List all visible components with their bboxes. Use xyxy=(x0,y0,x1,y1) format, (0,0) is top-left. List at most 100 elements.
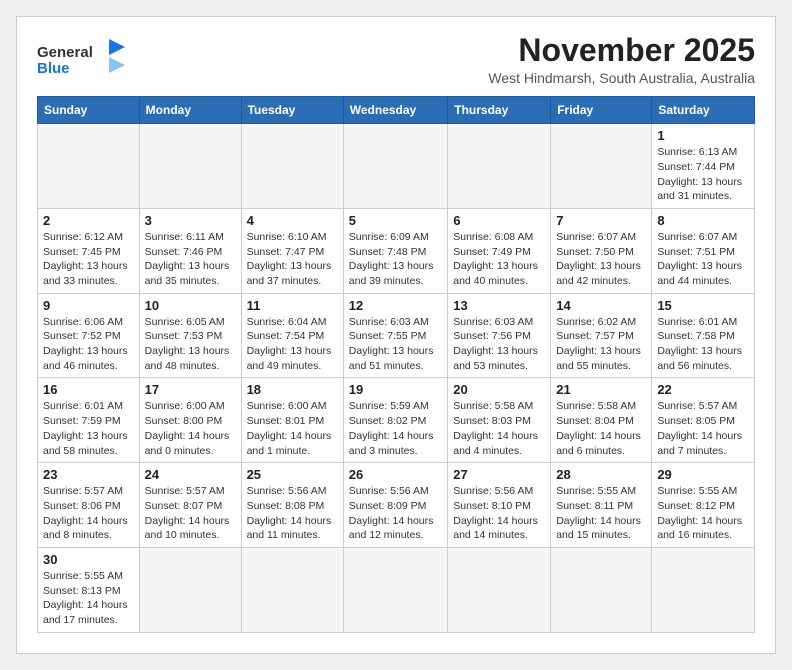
day-number: 1 xyxy=(657,128,749,143)
day-number: 13 xyxy=(453,298,545,313)
day-number: 27 xyxy=(453,467,545,482)
day-cell: 13 Sunrise: 6:03 AM Sunset: 7:56 PM Dayli… xyxy=(448,293,551,378)
day-info: Sunrise: 6:00 AM Sunset: 8:01 PM Dayligh… xyxy=(247,399,338,458)
day-number: 26 xyxy=(349,467,442,482)
day-cell xyxy=(139,124,241,209)
calendar-page: General Blue November 2025 West Hindmars… xyxy=(16,16,776,654)
day-info: Sunrise: 6:03 AM Sunset: 7:55 PM Dayligh… xyxy=(349,315,442,374)
week-row-2: 2 Sunrise: 6:12 AM Sunset: 7:45 PM Daylig… xyxy=(38,208,755,293)
day-cell: 6 Sunrise: 6:08 AM Sunset: 7:49 PM Daylig… xyxy=(448,208,551,293)
day-cell xyxy=(551,547,652,632)
day-cell xyxy=(448,547,551,632)
day-info: Sunrise: 5:55 AM Sunset: 8:12 PM Dayligh… xyxy=(657,484,749,543)
day-cell: 25 Sunrise: 5:56 AM Sunset: 8:08 PM Dayli… xyxy=(241,463,343,548)
day-cell: 18 Sunrise: 6:00 AM Sunset: 8:01 PM Dayli… xyxy=(241,378,343,463)
weekday-monday: Monday xyxy=(139,97,241,124)
day-cell: 28 Sunrise: 5:55 AM Sunset: 8:11 PM Dayli… xyxy=(551,463,652,548)
title-block: November 2025 West Hindmarsh, South Aust… xyxy=(488,33,755,86)
month-title: November 2025 xyxy=(488,33,755,68)
day-cell: 10Sunrise: 6:05 AM Sunset: 7:53 PM Dayli… xyxy=(139,293,241,378)
day-number: 20 xyxy=(453,382,545,397)
day-info: Sunrise: 6:09 AM Sunset: 7:48 PM Dayligh… xyxy=(349,230,442,289)
day-cell: 24 Sunrise: 5:57 AM Sunset: 8:07 PM Dayli… xyxy=(139,463,241,548)
day-cell: 21 Sunrise: 5:58 AM Sunset: 8:04 PM Dayli… xyxy=(551,378,652,463)
weekday-friday: Friday xyxy=(551,97,652,124)
day-cell xyxy=(343,124,447,209)
day-info: Sunrise: 6:11 AM Sunset: 7:46 PM Dayligh… xyxy=(145,230,236,289)
day-number: 29 xyxy=(657,467,749,482)
day-cell: 30Sunrise: 5:55 AM Sunset: 8:13 PM Dayli… xyxy=(38,547,140,632)
day-number: 8 xyxy=(657,213,749,228)
day-info: Sunrise: 5:55 AM Sunset: 8:13 PM Dayligh… xyxy=(43,569,134,628)
weekday-tuesday: Tuesday xyxy=(241,97,343,124)
day-info: Sunrise: 5:55 AM Sunset: 8:11 PM Dayligh… xyxy=(556,484,646,543)
svg-text:Blue: Blue xyxy=(37,60,70,77)
day-info: Sunrise: 6:05 AM Sunset: 7:53 PM Dayligh… xyxy=(145,315,236,374)
day-info: Sunrise: 5:56 AM Sunset: 8:09 PM Dayligh… xyxy=(349,484,442,543)
day-number: 7 xyxy=(556,213,646,228)
day-info: Sunrise: 6:08 AM Sunset: 7:49 PM Dayligh… xyxy=(453,230,545,289)
day-cell: 9Sunrise: 6:06 AM Sunset: 7:52 PM Daylig… xyxy=(38,293,140,378)
day-number: 6 xyxy=(453,213,545,228)
calendar-table: SundayMondayTuesdayWednesdayThursdayFrid… xyxy=(37,96,755,633)
day-cell xyxy=(448,124,551,209)
day-info: Sunrise: 5:56 AM Sunset: 8:08 PM Dayligh… xyxy=(247,484,338,543)
day-cell: 4Sunrise: 6:10 AM Sunset: 7:47 PM Daylig… xyxy=(241,208,343,293)
day-cell: 15 Sunrise: 6:01 AM Sunset: 7:58 PM Dayli… xyxy=(652,293,755,378)
day-cell: 20 Sunrise: 5:58 AM Sunset: 8:03 PM Dayli… xyxy=(448,378,551,463)
day-cell xyxy=(139,547,241,632)
day-cell: 17Sunrise: 6:00 AM Sunset: 8:00 PM Dayli… xyxy=(139,378,241,463)
day-cell: 1 Sunrise: 6:13 AM Sunset: 7:44 PM Daylig… xyxy=(652,124,755,209)
day-number: 5 xyxy=(349,213,442,228)
calendar-body: 1 Sunrise: 6:13 AM Sunset: 7:44 PM Daylig… xyxy=(38,124,755,633)
week-row-6: 30Sunrise: 5:55 AM Sunset: 8:13 PM Dayli… xyxy=(38,547,755,632)
day-number: 2 xyxy=(43,213,134,228)
day-info: Sunrise: 5:58 AM Sunset: 8:03 PM Dayligh… xyxy=(453,399,545,458)
day-info: Sunrise: 6:10 AM Sunset: 7:47 PM Dayligh… xyxy=(247,230,338,289)
day-cell: 26 Sunrise: 5:56 AM Sunset: 8:09 PM Dayli… xyxy=(343,463,447,548)
day-cell: 5 Sunrise: 6:09 AM Sunset: 7:48 PM Daylig… xyxy=(343,208,447,293)
day-info: Sunrise: 6:01 AM Sunset: 7:58 PM Dayligh… xyxy=(657,315,749,374)
logo-wordmark: General Blue xyxy=(37,37,127,82)
day-info: Sunrise: 5:57 AM Sunset: 8:05 PM Dayligh… xyxy=(657,399,749,458)
day-cell: 11Sunrise: 6:04 AM Sunset: 7:54 PM Dayli… xyxy=(241,293,343,378)
day-number: 19 xyxy=(349,382,442,397)
day-number: 18 xyxy=(247,382,338,397)
day-cell xyxy=(38,124,140,209)
day-info: Sunrise: 5:56 AM Sunset: 8:10 PM Dayligh… xyxy=(453,484,545,543)
day-cell xyxy=(241,547,343,632)
day-info: Sunrise: 6:07 AM Sunset: 7:50 PM Dayligh… xyxy=(556,230,646,289)
day-number: 25 xyxy=(247,467,338,482)
weekday-header-row: SundayMondayTuesdayWednesdayThursdayFrid… xyxy=(38,97,755,124)
day-cell: 7 Sunrise: 6:07 AM Sunset: 7:50 PM Daylig… xyxy=(551,208,652,293)
day-number: 22 xyxy=(657,382,749,397)
day-info: Sunrise: 5:57 AM Sunset: 8:07 PM Dayligh… xyxy=(145,484,236,543)
day-number: 3 xyxy=(145,213,236,228)
day-cell: 14Sunrise: 6:02 AM Sunset: 7:57 PM Dayli… xyxy=(551,293,652,378)
day-number: 24 xyxy=(145,467,236,482)
week-row-5: 23Sunrise: 5:57 AM Sunset: 8:06 PM Dayli… xyxy=(38,463,755,548)
day-info: Sunrise: 6:00 AM Sunset: 8:00 PM Dayligh… xyxy=(145,399,236,458)
day-cell: 23Sunrise: 5:57 AM Sunset: 8:06 PM Dayli… xyxy=(38,463,140,548)
logo: General Blue xyxy=(37,37,127,82)
day-number: 21 xyxy=(556,382,646,397)
day-info: Sunrise: 6:01 AM Sunset: 7:59 PM Dayligh… xyxy=(43,399,134,458)
day-info: Sunrise: 5:57 AM Sunset: 8:06 PM Dayligh… xyxy=(43,484,134,543)
day-cell xyxy=(551,124,652,209)
day-info: Sunrise: 6:13 AM Sunset: 7:44 PM Dayligh… xyxy=(657,145,749,204)
day-info: Sunrise: 6:02 AM Sunset: 7:57 PM Dayligh… xyxy=(556,315,646,374)
day-number: 15 xyxy=(657,298,749,313)
day-info: Sunrise: 6:03 AM Sunset: 7:56 PM Dayligh… xyxy=(453,315,545,374)
day-cell: 12 Sunrise: 6:03 AM Sunset: 7:55 PM Dayli… xyxy=(343,293,447,378)
day-cell: 16Sunrise: 6:01 AM Sunset: 7:59 PM Dayli… xyxy=(38,378,140,463)
day-number: 28 xyxy=(556,467,646,482)
day-cell: 29 Sunrise: 5:55 AM Sunset: 8:12 PM Dayli… xyxy=(652,463,755,548)
weekday-wednesday: Wednesday xyxy=(343,97,447,124)
day-info: Sunrise: 5:58 AM Sunset: 8:04 PM Dayligh… xyxy=(556,399,646,458)
day-number: 9 xyxy=(43,298,134,313)
day-cell: 22 Sunrise: 5:57 AM Sunset: 8:05 PM Dayli… xyxy=(652,378,755,463)
day-number: 12 xyxy=(349,298,442,313)
day-info: Sunrise: 6:12 AM Sunset: 7:45 PM Dayligh… xyxy=(43,230,134,289)
location-subtitle: West Hindmarsh, South Australia, Austral… xyxy=(488,70,755,86)
day-info: Sunrise: 6:04 AM Sunset: 7:54 PM Dayligh… xyxy=(247,315,338,374)
